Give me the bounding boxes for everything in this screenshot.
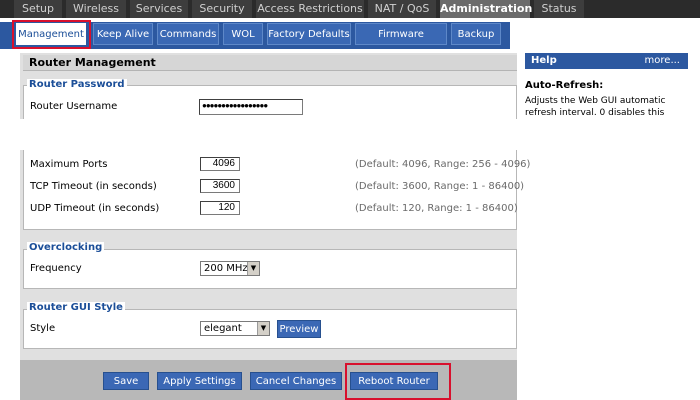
page-title: Router Management (23, 55, 517, 71)
frequency-value: 200 MHz (204, 263, 248, 274)
router-username-label: Router Username (30, 101, 118, 112)
tab-services[interactable]: Services (130, 0, 190, 18)
help-title-label: Help (531, 55, 557, 66)
router-password-legend: Router Password (27, 79, 127, 90)
reboot-highlight-box (345, 363, 451, 400)
tab-access-restrictions[interactable]: Access Restrictions (256, 0, 366, 18)
subtab-commands[interactable]: Commands (157, 23, 219, 45)
chevron-down-icon[interactable]: ▼ (257, 322, 269, 335)
help-more-link[interactable]: more... (645, 53, 680, 69)
tcp-timeout-label: TCP Timeout (in seconds) (30, 181, 157, 192)
udp-timeout-hint: (Default: 120, Range: 1 - 86400) (355, 203, 518, 214)
tab-administration[interactable]: Administration (440, 0, 532, 18)
router-username-input[interactable]: ●●●●●●●●●●●●●●●●● (199, 99, 303, 115)
overclocking-legend: Overclocking (27, 242, 105, 253)
subtab-factory-defaults[interactable]: Factory Defaults (267, 23, 351, 45)
style-label: Style (30, 323, 56, 334)
overclocking-fieldset (23, 249, 517, 289)
tcp-timeout-input[interactable]: 3600 (200, 179, 240, 193)
tcp-timeout-hint: (Default: 3600, Range: 1 - 86400) (355, 181, 525, 192)
frequency-label: Frequency (30, 263, 82, 274)
chevron-down-icon[interactable]: ▼ (247, 262, 259, 275)
tab-setup[interactable]: Setup (14, 0, 64, 18)
style-value: elegant (204, 323, 242, 334)
udp-timeout-input[interactable]: 120 (200, 201, 240, 215)
tab-status[interactable]: Status (534, 0, 586, 18)
max-ports-input[interactable]: 4096 (200, 157, 240, 171)
screenshot-seam (0, 119, 700, 150)
max-ports-hint: (Default: 4096, Range: 256 - 4096) (355, 159, 531, 170)
style-select[interactable]: elegant ▼ (200, 321, 270, 336)
tab-wireless[interactable]: Wireless (66, 0, 128, 18)
cancel-changes-button[interactable]: Cancel Changes (250, 372, 342, 390)
subtab-keep-alive[interactable]: Keep Alive (93, 23, 153, 45)
apply-settings-button[interactable]: Apply Settings (157, 372, 242, 390)
frequency-select[interactable]: 200 MHz ▼ (200, 261, 260, 276)
preview-button[interactable]: Preview (277, 320, 321, 338)
max-ports-label: Maximum Ports (30, 159, 108, 170)
udp-timeout-label: UDP Timeout (in seconds) (30, 203, 160, 214)
management-highlight-box (12, 20, 91, 49)
subtab-backup[interactable]: Backup (451, 23, 501, 45)
help-header: Help more... (525, 53, 688, 69)
gui-style-legend: Router GUI Style (27, 302, 125, 313)
subtab-wol[interactable]: WOL (223, 23, 263, 45)
subtab-firmware-upgrade[interactable]: Firmware Upgrade (355, 23, 447, 62)
tab-nat-qos[interactable]: NAT / QoS (368, 0, 438, 18)
help-topic-title: Auto-Refresh: (525, 80, 604, 91)
top-nav: Setup Wireless Services Security Access … (0, 0, 700, 18)
gui-style-fieldset (23, 309, 517, 349)
tab-security[interactable]: Security (192, 0, 254, 18)
save-button[interactable]: Save (103, 372, 149, 390)
